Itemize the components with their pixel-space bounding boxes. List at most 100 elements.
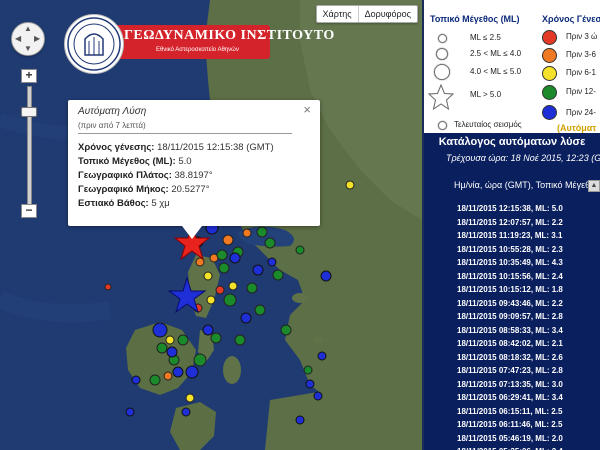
- size-medium-icon: [436, 48, 448, 60]
- quake-marker: [185, 393, 195, 403]
- quake-marker: [240, 312, 252, 324]
- close-icon[interactable]: ×: [303, 102, 311, 117]
- legend-auto-note: (Αυτόματ: [557, 123, 597, 133]
- quake-marker: [222, 234, 234, 246]
- quake-marker: [104, 283, 112, 291]
- quake-marker: [177, 334, 189, 346]
- pan-control[interactable]: ▲ ◀ ▶ ▼: [11, 22, 45, 56]
- catalog-row[interactable]: 18/11/2015 11:19:23, ML: 3.1: [457, 231, 562, 240]
- catalog-row[interactable]: 18/11/2015 06:11:46, ML: 2.5: [457, 420, 562, 429]
- catalog-current-time: Τρέχουσα ώρα: 18 Νοέ 2015, 12:23 (G: [446, 153, 600, 163]
- info-row-longitude: Γεωγραφικό Μήκος: 20.5277°: [78, 184, 210, 195]
- legend: Τοπικό Μέγεθος (ML) Χρόνος Γένεσ ML ≤ 2.…: [424, 0, 600, 133]
- map-type-map-button[interactable]: Χάρτης: [317, 6, 358, 22]
- catalog-row[interactable]: 18/11/2015 12:15:38, ML: 5.0: [457, 204, 563, 213]
- catalog-row[interactable]: 18/11/2015 12:07:57, ML: 2.2: [457, 218, 563, 227]
- quake-marker: [295, 415, 305, 425]
- quake-marker: [165, 335, 175, 345]
- catalog-row[interactable]: 18/11/2015 08:18:32, ML: 2.6: [457, 353, 563, 362]
- legend-age-5: Πριν 24-: [566, 108, 596, 117]
- info-divider: [78, 133, 292, 134]
- legend-size-3: 4.0 < ML ≤ 5.0: [470, 67, 522, 76]
- size-small-icon: [438, 34, 447, 43]
- quake-marker: [218, 262, 230, 274]
- quake-marker: [156, 342, 168, 354]
- scroll-up-button[interactable]: ▲: [588, 180, 600, 192]
- pan-left-icon[interactable]: ◀: [15, 35, 21, 43]
- catalog-row[interactable]: 18/11/2015 09:09:57, ML: 2.8: [457, 312, 563, 321]
- catalog-row[interactable]: 18/11/2015 10:15:56, ML: 2.4: [457, 272, 563, 281]
- legend-size-title: Τοπικό Μέγεθος (ML): [430, 14, 520, 24]
- catalog-row[interactable]: 18/11/2015 06:29:41, ML: 3.4: [457, 393, 563, 402]
- quake-marker: [216, 249, 228, 261]
- catalog-row[interactable]: 18/11/2015 10:15:12, ML: 1.8: [457, 285, 563, 294]
- catalog-title: Κατάλογος αυτόματων λύσε: [438, 136, 586, 148]
- quake-info-window: × Αυτόματη Λύση (πριν από 7 λεπτά) Χρόνο…: [68, 100, 320, 239]
- size-large-icon: [434, 64, 450, 80]
- map-type-satellite-button[interactable]: Δορυφόρος: [357, 6, 417, 22]
- quake-marker: [125, 407, 135, 417]
- catalog-row[interactable]: 18/11/2015 06:15:11, ML: 2.5: [457, 407, 562, 416]
- legend-size-1: ML ≤ 2.5: [470, 33, 501, 42]
- info-row-origin-time: Χρόνος γένεσης: 18/11/2015 12:15:38 (GMT…: [78, 142, 274, 153]
- quake-marker: [181, 407, 191, 417]
- catalog-row[interactable]: 18/11/2015 10:35:49, ML: 4.3: [457, 258, 563, 267]
- age-3-6h-icon: [542, 48, 557, 63]
- quake-marker: [152, 322, 168, 338]
- catalog-row[interactable]: 18/11/2015 08:42:02, ML: 2.1: [457, 339, 563, 348]
- quake-marker: [149, 374, 161, 386]
- legend-age-1: Πριν 3 ώ: [566, 32, 598, 41]
- logo-title: ΓΕΩΔΥΝΑΜΙΚΟ ΙΝΣΤΙΤΟΥΤΟ: [124, 28, 335, 43]
- legend-age-4: Πριν 12-: [566, 87, 596, 96]
- quake-marker: [317, 351, 327, 361]
- side-panel: Τοπικό Μέγεθος (ML) Χρόνος Γένεσ ML ≤ 2.…: [422, 0, 600, 450]
- info-row-latitude: Γεωγραφικό Πλάτος: 38.8197°: [78, 170, 213, 181]
- quake-marker: [267, 257, 277, 267]
- legend-size-2: 2.5 < ML ≤ 4.0: [470, 49, 522, 58]
- quake-marker: [305, 379, 315, 389]
- pan-up-icon[interactable]: ▲: [24, 25, 32, 33]
- institute-logo: ΓΕΩΔΥΝΑΜΙΚΟ ΙΝΣΤΙΤΟΥΤΟ Εθνικό Αστεροσκοπ…: [64, 14, 334, 74]
- catalog-row[interactable]: 18/11/2015 09:43:46, ML: 2.2: [457, 299, 563, 308]
- quake-marker: [163, 371, 173, 381]
- quake-marker: [320, 270, 332, 282]
- quake-marker: [242, 228, 252, 238]
- legend-age-3: Πριν 6-1: [566, 68, 596, 77]
- quake-marker: [234, 334, 246, 346]
- zoom-out-button[interactable]: −: [21, 204, 37, 218]
- age-12-24h-icon: [542, 85, 557, 100]
- quake-marker: [185, 365, 199, 379]
- quake-marker: [272, 269, 284, 281]
- quake-marker: [202, 324, 214, 336]
- zoom-slider-handle[interactable]: [21, 107, 37, 117]
- map-view[interactable]: Χάρτης Δορυφόρος ▲ ◀ ▶ ▼ + − ΓΕΩΔΥΝΑΜΙΚΟ…: [0, 0, 422, 450]
- catalog-row[interactable]: 18/11/2015 10:55:28, ML: 2.3: [457, 245, 563, 254]
- quake-marker: [203, 271, 213, 281]
- catalog-row[interactable]: 18/11/2015 07:47:23, ML: 2.8: [457, 366, 563, 375]
- pan-right-icon[interactable]: ▶: [34, 35, 40, 43]
- legend-size-5: Τελευταίος σεισμός: [454, 120, 522, 129]
- age-0-3h-icon: [542, 30, 557, 45]
- info-title: Αυτόματη Λύση: [78, 106, 147, 117]
- quake-marker: [256, 226, 268, 238]
- catalog-row[interactable]: 18/11/2015 05:46:19, ML: 2.0: [457, 434, 563, 443]
- pan-down-icon[interactable]: ▼: [24, 45, 32, 53]
- legend-age-title: Χρόνος Γένεσ: [542, 14, 600, 24]
- zoom-slider-track[interactable]: [27, 86, 32, 210]
- catalog-row[interactable]: 18/11/2015 07:13:35, ML: 3.0: [457, 380, 563, 389]
- quake-marker: [166, 346, 178, 358]
- quake-marker: [254, 304, 266, 316]
- quake-marker: [215, 285, 225, 295]
- legend-age-2: Πριν 3-6: [566, 50, 596, 59]
- quake-marker: [223, 293, 237, 307]
- age-6-12h-icon: [542, 66, 557, 81]
- quake-marker: [193, 353, 207, 367]
- info-row-depth: Εστιακό Βάθος: 5 χμ: [78, 198, 170, 209]
- quake-marker: [280, 324, 292, 336]
- quake-marker: [252, 264, 264, 276]
- institute-seal-icon: [64, 14, 124, 74]
- latest-quake-icon: [438, 121, 447, 130]
- zoom-in-button[interactable]: +: [21, 69, 37, 83]
- map-type-control: Χάρτης Δορυφόρος: [315, 5, 418, 23]
- catalog-row[interactable]: 18/11/2015 08:58:33, ML: 3.4: [457, 326, 563, 335]
